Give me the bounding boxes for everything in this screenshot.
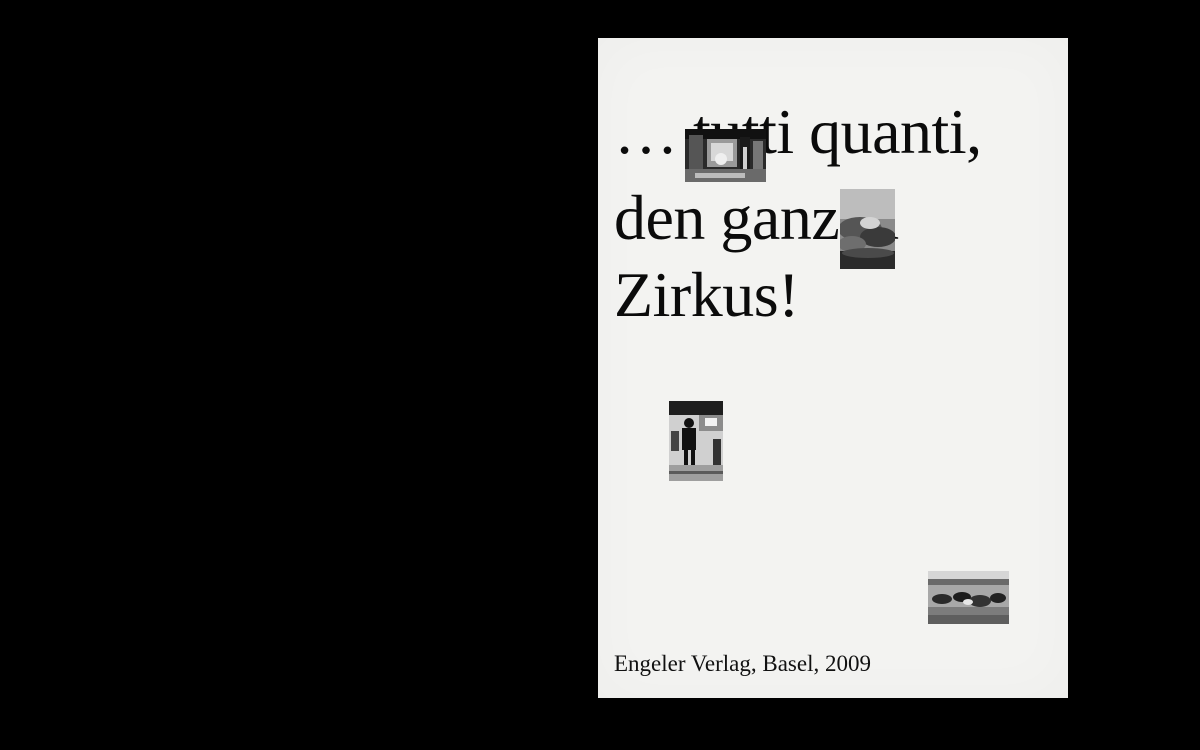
clouds-photo — [840, 189, 895, 269]
title-line-1: … tutti quanti, — [614, 96, 982, 167]
stage-photo — [669, 401, 723, 481]
publisher-line: Engeler Verlag, Basel, 2009 — [614, 651, 871, 676]
field-photo — [928, 571, 1009, 624]
book-cover: … tutti quanti, den ganzen Zirkus! Engel… — [598, 38, 1068, 698]
title-line-3: Zirkus! — [614, 259, 799, 330]
interior-photo — [685, 129, 766, 182]
